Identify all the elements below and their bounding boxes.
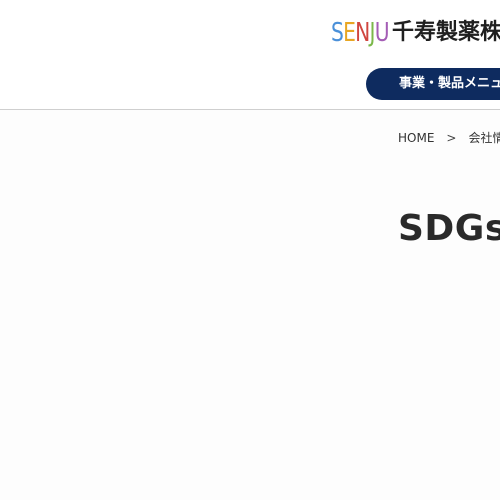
page: SENJU 千寿製薬株 事業・製品メニュー HOME > 会社情報 SDGsへ xyxy=(0,0,500,500)
senju-logo-mark: SENJU xyxy=(331,18,390,48)
company-name: 千寿製薬株 xyxy=(392,20,500,45)
main-content: HOME > 会社情報 SDGsへ xyxy=(0,110,500,500)
site-header: SENJU 千寿製薬株 事業・製品メニュー xyxy=(0,0,500,110)
page-title: SDGsへ xyxy=(398,208,500,250)
breadcrumb: HOME > 会社情報 xyxy=(398,129,500,146)
business-products-menu-button[interactable]: 事業・製品メニュー xyxy=(366,68,500,100)
breadcrumb-home-link[interactable]: HOME xyxy=(398,131,434,145)
breadcrumb-company-info-link[interactable]: 会社情報 xyxy=(468,131,500,145)
breadcrumb-separator: > xyxy=(446,131,457,145)
site-logo[interactable]: SENJU 千寿製薬株 xyxy=(331,16,500,50)
